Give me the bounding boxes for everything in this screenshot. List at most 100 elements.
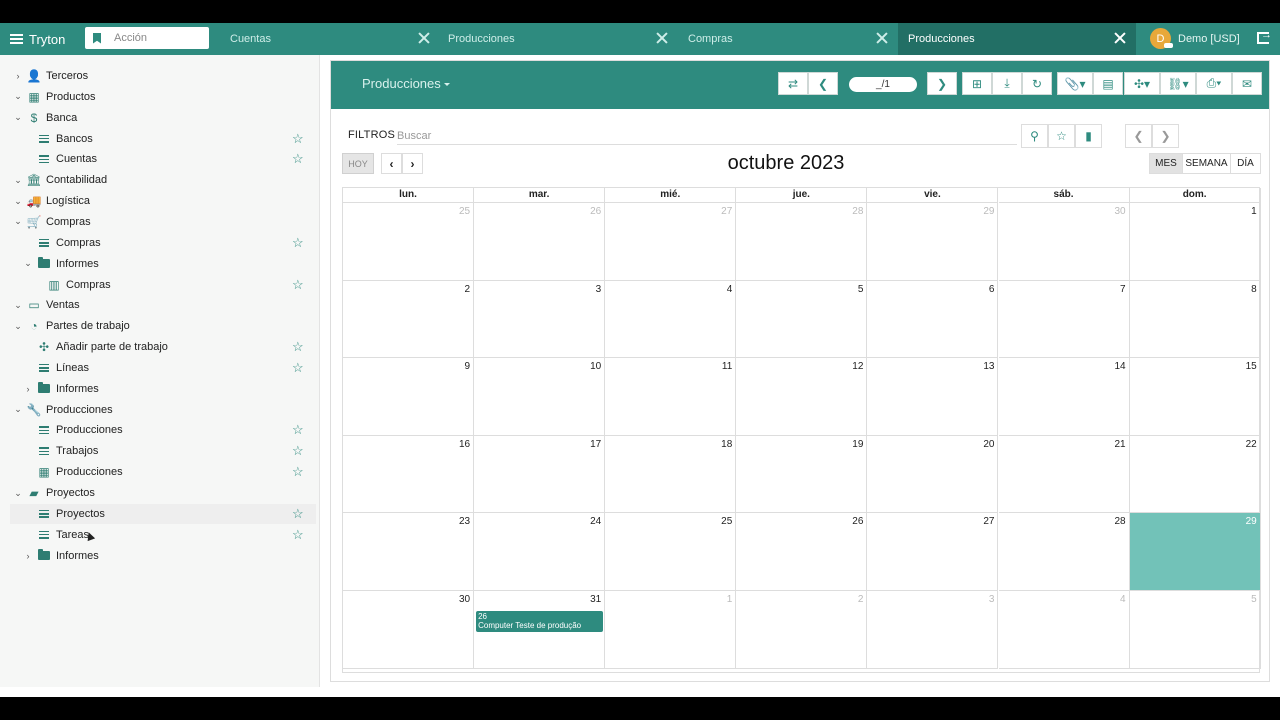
next-record-button[interactable]: ❯ [927, 72, 957, 95]
calendar-day[interactable]: 19 [736, 435, 868, 514]
calendar-day[interactable]: 1 [605, 591, 737, 669]
chevron-down-icon[interactable]: ⌄ [14, 321, 22, 332]
email-button[interactable]: ✉ [1232, 72, 1262, 95]
sidebar-item[interactable]: Proyectos ☆ [10, 503, 316, 524]
chevron-down-icon[interactable]: ⌄ [14, 300, 22, 311]
calendar-day[interactable]: 28 [736, 203, 868, 281]
calendar-day[interactable]: 18 [605, 435, 737, 514]
close-icon[interactable] [1114, 32, 1126, 44]
calendar-day[interactable]: 4 [998, 591, 1130, 669]
print-button[interactable]: ⎙▾ [1196, 72, 1232, 95]
star-filter-button[interactable]: ☆ [1048, 124, 1075, 148]
favorite-star-icon[interactable]: ☆ [292, 339, 304, 355]
chevron-down-icon[interactable]: ⌄ [14, 175, 22, 186]
save-button[interactable]: ⤓ [992, 72, 1022, 95]
calendar-day[interactable]: 13 [867, 358, 999, 436]
favorite-star-icon[interactable]: ☆ [292, 443, 304, 459]
calendar-day[interactable]: 6 [867, 280, 999, 359]
sidebar-item[interactable]: Tareas ☆ [0, 525, 320, 545]
calendar-day[interactable]: 12 [736, 358, 868, 436]
calendar-day[interactable]: 8 [1129, 280, 1261, 359]
sidebar-item[interactable]: Cuentas ☆ [0, 149, 320, 169]
calendar-day[interactable]: 16 [343, 435, 475, 514]
calendar-day[interactable]: 3 [474, 280, 606, 359]
tab-producciones[interactable]: Producciones [438, 23, 678, 55]
action-search-input[interactable] [114, 32, 199, 44]
calendar-day[interactable]: 9 [343, 358, 475, 436]
sidebar-item[interactable]: ⌄ 🚚 Logística [0, 191, 320, 211]
search-button[interactable]: ⚲ [1021, 124, 1048, 148]
calendar-day[interactable]: 31 26 Computer Teste de produção [474, 591, 606, 669]
calendar-day[interactable]: 24 [474, 513, 606, 591]
close-icon[interactable] [656, 32, 668, 44]
favorite-star-icon[interactable]: ☆ [292, 464, 304, 480]
sidebar-item[interactable]: ⌄ ◔ Partes de trabajo [0, 316, 320, 336]
sidebar-item[interactable]: ⌄ ▰ Proyectos [0, 483, 320, 503]
calendar-day[interactable]: 28 [998, 513, 1130, 591]
favorite-star-icon[interactable]: ☆ [292, 506, 304, 522]
tab-producciones-active[interactable]: Producciones [898, 23, 1136, 55]
calendar-day[interactable]: 2 [343, 280, 475, 359]
reload-button[interactable]: ↻ [1022, 72, 1052, 95]
calendar-day[interactable]: 2 [736, 591, 868, 669]
bookmark-filter-button[interactable]: ▮ [1075, 124, 1102, 148]
action-search[interactable] [85, 27, 209, 49]
sidebar-item[interactable]: Producciones ☆ [0, 420, 320, 440]
calendar-day[interactable]: 1 [1129, 203, 1261, 281]
calendar-day[interactable]: 14 [998, 358, 1130, 436]
calendar-day[interactable]: 25 [605, 513, 737, 591]
calendar-day[interactable]: 11 [605, 358, 737, 436]
view-day-button[interactable]: DÍA [1230, 153, 1261, 174]
filters-toggle[interactable]: FILTROS [348, 129, 395, 141]
calendar-day[interactable]: 23 [343, 513, 475, 591]
calendar-day[interactable]: 5 [1129, 591, 1261, 669]
chevron-down-icon[interactable]: ⌄ [14, 112, 22, 123]
close-icon[interactable] [418, 32, 430, 44]
favorite-star-icon[interactable]: ☆ [292, 151, 304, 167]
favorite-star-icon[interactable]: ☆ [292, 277, 304, 293]
tab-compras[interactable]: Compras [678, 23, 898, 55]
menu-toggle[interactable]: Tryton [10, 23, 65, 55]
sidebar-item[interactable]: ⌄ Informes [0, 254, 320, 274]
sidebar-item[interactable]: › 👤 Terceros [0, 66, 320, 86]
calendar-day[interactable]: 29 [867, 203, 999, 281]
calendar-day[interactable]: 26 [736, 513, 868, 591]
next-page-button[interactable]: ❯ [1152, 124, 1179, 148]
switch-view-button[interactable]: ⇄ [778, 72, 808, 95]
view-month-button[interactable]: MES [1149, 153, 1183, 174]
new-record-button[interactable]: ⊞ [962, 72, 992, 95]
tab-cuentas[interactable]: Cuentas [220, 23, 440, 55]
close-icon[interactable] [876, 32, 888, 44]
chevron-down-icon[interactable]: ⌄ [14, 488, 22, 499]
calendar-day[interactable]: 26 [474, 203, 606, 281]
calendar-day[interactable]: 30 [343, 591, 475, 669]
sidebar-item[interactable]: ⌄ $ Banca [0, 108, 320, 128]
sidebar-item[interactable]: ⌄ ▭ Ventas [0, 295, 320, 315]
sidebar-item[interactable]: ▥ Compras ☆ [0, 275, 320, 295]
calendar-day[interactable]: 30 [998, 203, 1130, 281]
calendar-day[interactable]: 4 [605, 280, 737, 359]
favorite-star-icon[interactable]: ☆ [292, 360, 304, 376]
calendar-day[interactable]: 5 [736, 280, 868, 359]
calendar-day[interactable]: 22 [1129, 435, 1261, 514]
favorite-star-icon[interactable]: ☆ [292, 131, 304, 147]
sidebar-item[interactable]: ▦ Producciones ☆ [0, 462, 320, 482]
previous-page-button[interactable]: ❮ [1125, 124, 1152, 148]
chevron-right-icon[interactable]: › [24, 384, 32, 394]
user-menu[interactable]: D Demo [USD] [1150, 28, 1240, 49]
sidebar-item[interactable]: ⌄ 🔧 Producciones [0, 400, 320, 420]
favorite-star-icon[interactable]: ☆ [292, 235, 304, 251]
sidebar-item[interactable]: ⌄ 🛒 Compras [0, 212, 320, 232]
logout-icon[interactable] [1257, 29, 1272, 44]
sidebar-item[interactable]: Trabajos ☆ [0, 441, 320, 461]
chevron-down-icon[interactable]: ⌄ [14, 404, 22, 415]
sidebar-item[interactable]: ⌄ 🏛 Contabilidad [0, 170, 320, 190]
calendar-day[interactable]: 27 [605, 203, 737, 281]
action-button[interactable]: ✣▾ [1124, 72, 1160, 95]
favorite-star-icon[interactable]: ☆ [292, 422, 304, 438]
calendar-day[interactable]: 7 [998, 280, 1130, 359]
chevron-down-icon[interactable]: ⌄ [14, 196, 22, 207]
sidebar-item[interactable]: ⌄ ▦ Productos [0, 87, 320, 107]
chevron-down-icon[interactable]: ⌄ [24, 258, 32, 269]
sidebar-item[interactable]: › Informes [0, 379, 320, 399]
